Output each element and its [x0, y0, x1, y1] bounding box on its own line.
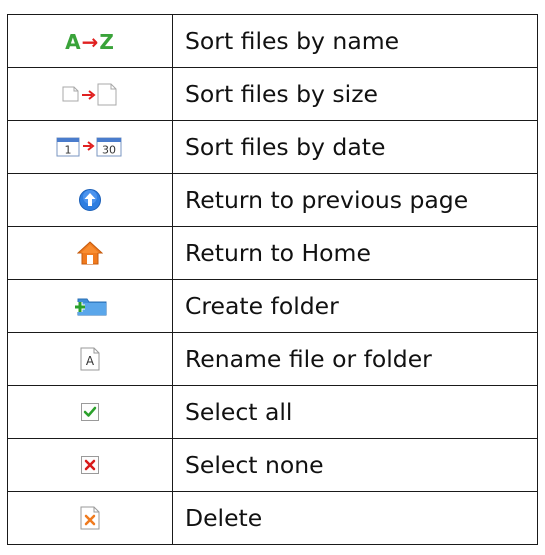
svg-text:1: 1	[65, 144, 72, 157]
icon-cell	[7, 67, 173, 121]
legend-label: Select none	[172, 438, 538, 492]
svg-text:30: 30	[102, 144, 116, 157]
new-folder-icon	[72, 294, 108, 318]
icon-cell	[7, 279, 173, 333]
sort-by-size-icon	[60, 82, 120, 106]
legend-label: Select all	[172, 385, 538, 439]
legend-row-sort-by-date: 1 30 Sort files by date	[7, 120, 538, 174]
legend-row-select-none: Select none	[7, 438, 538, 492]
legend-row-select-all: Select all	[7, 385, 538, 439]
delete-icon	[79, 506, 101, 530]
icon-legend-table: A→Z Sort files by name Sort files by siz…	[7, 14, 538, 545]
icon-cell	[7, 438, 173, 492]
legend-row-sort-by-size: Sort files by size	[7, 67, 538, 121]
sort-by-date-icon: 1 30	[55, 135, 125, 159]
legend-label: Sort files by date	[172, 120, 538, 174]
checkbox-checked-icon	[80, 402, 100, 422]
icon-cell: A	[7, 332, 173, 386]
icon-cell	[7, 385, 173, 439]
icon-cell	[7, 491, 173, 545]
legend-label: Return to Home	[172, 226, 538, 280]
legend-row-create-folder: Create folder	[7, 279, 538, 333]
legend-row-home: Return to Home	[7, 226, 538, 280]
legend-label: Rename file or folder	[172, 332, 538, 386]
checkbox-x-icon	[80, 455, 100, 475]
home-icon	[76, 240, 104, 266]
icon-cell: 1 30	[7, 120, 173, 174]
legend-row-delete: Delete	[7, 491, 538, 545]
legend-label: Sort files by size	[172, 67, 538, 121]
icon-cell	[7, 173, 173, 227]
icon-cell: A→Z	[7, 14, 173, 68]
arrow-up-circle-icon	[78, 188, 102, 212]
rename-icon: A	[79, 347, 101, 371]
legend-row-sort-by-name: A→Z Sort files by name	[7, 14, 538, 68]
legend-row-previous-page: Return to previous page	[7, 173, 538, 227]
legend-label: Create folder	[172, 279, 538, 333]
legend-label: Return to previous page	[172, 173, 538, 227]
legend-label: Delete	[172, 491, 538, 545]
svg-text:A: A	[86, 354, 95, 368]
legend-label: Sort files by name	[172, 14, 538, 68]
legend-row-rename: A Rename file or folder	[7, 332, 538, 386]
icon-cell	[7, 226, 173, 280]
